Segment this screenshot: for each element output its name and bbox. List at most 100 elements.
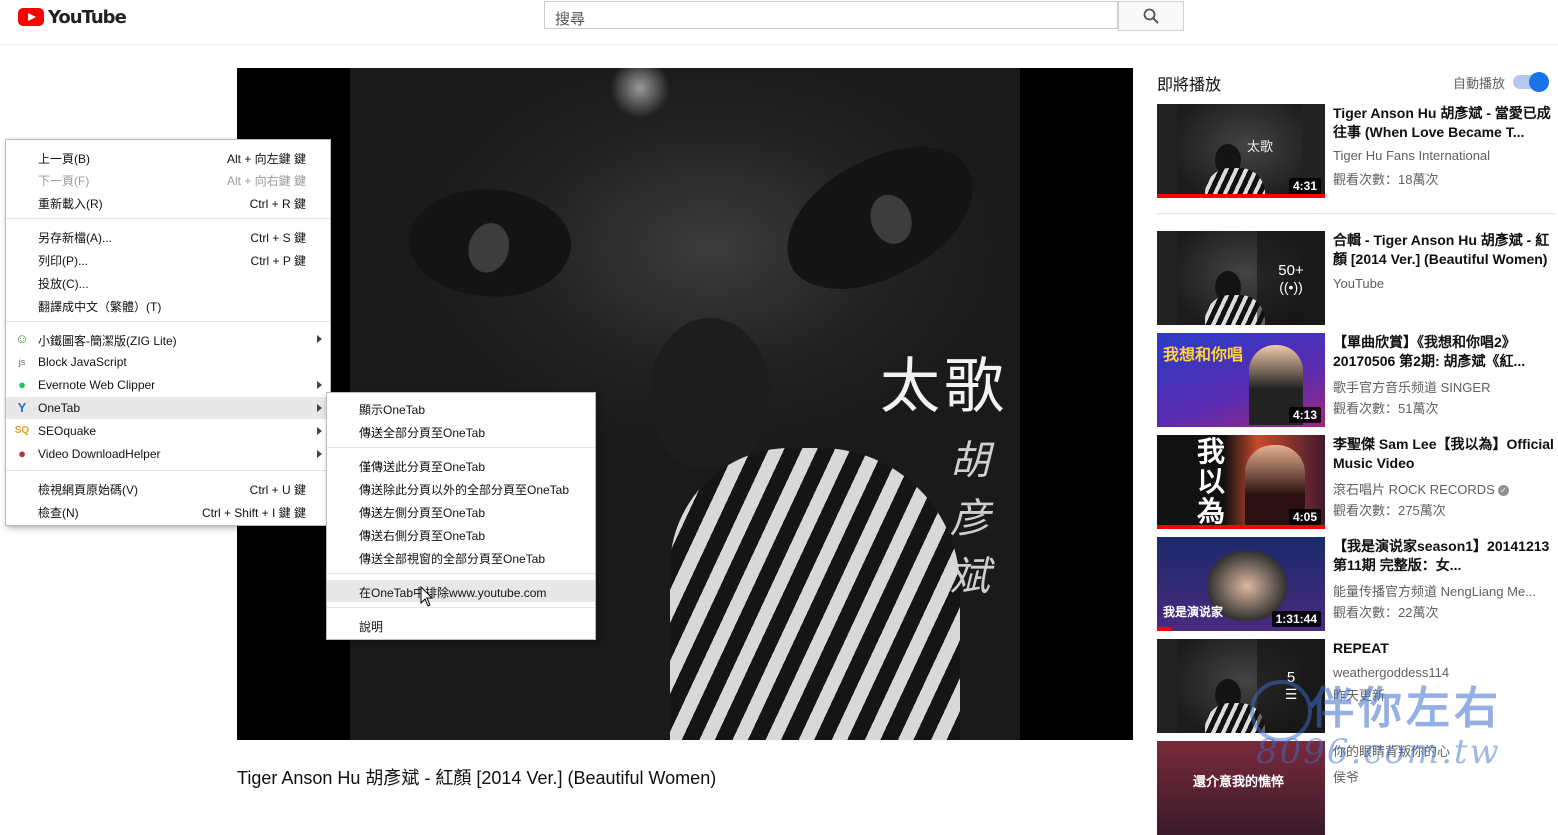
submenu-arrow-icon [317, 381, 322, 389]
submenu-arrow-icon [317, 335, 322, 343]
channel-name[interactable]: 侯爷 [1333, 767, 1359, 786]
thumbnail-text: 我是演说家 [1163, 605, 1224, 619]
menu-item-label: OneTab [38, 401, 81, 415]
video-card[interactable]: 還介意我的憔悴 你的眼睛背叛你的心 侯爷 [1157, 741, 1557, 835]
playlist-icon: ☰ [1284, 686, 1298, 702]
eye-graphic-left [398, 169, 582, 317]
video-card[interactable]: 50+ ((•)) 合輯 - Tiger Anson Hu 胡彥斌 - 紅顏 [… [1157, 231, 1557, 325]
view-count: 觀看次數：22萬次 [1333, 605, 1439, 620]
submenu-item-send-all-windows[interactable]: 傳送全部視窗的全部分頁至OneTab [327, 546, 595, 568]
search-button[interactable] [1118, 1, 1184, 31]
youtube-play-icon [18, 8, 44, 26]
menu-item-block-javascript[interactable]: js Block JavaScript [6, 351, 330, 373]
video-thumbnail[interactable]: 我是演说家 1:31:44 [1157, 537, 1325, 631]
submenu-item-send-right-tabs[interactable]: 傳送右側分頁至OneTab [327, 523, 595, 545]
menu-item-evernote[interactable]: ● Evernote Web Clipper [6, 374, 330, 396]
video-thumbnail[interactable]: 我以為 4:05 [1157, 435, 1325, 529]
stage-light [610, 68, 670, 118]
menu-item-label: 列印(P)... [38, 254, 88, 268]
submenu-item-send-left-tabs[interactable]: 傳送左側分頁至OneTab [327, 500, 595, 522]
duration-badge: 4:31 [1288, 178, 1321, 194]
frog-icon: ☺ [15, 331, 29, 346]
watch-progress-bar [1157, 627, 1171, 631]
video-thumbnail[interactable]: 還介意我的憔悴 [1157, 741, 1325, 835]
submenu-arrow-icon [317, 450, 322, 458]
search-icon [1143, 8, 1159, 24]
submenu-item-show-onetab[interactable]: 顯示OneTab [327, 397, 595, 419]
submenu-item-label: 傳送全部視窗的全部分頁至OneTab [359, 552, 546, 566]
view-count: 觀看次數：18萬次 [1333, 172, 1439, 187]
channel-name[interactable]: 能量传播官方频道 NengLiang Me... [1333, 581, 1536, 600]
video-card-title[interactable]: 【我是演说家season1】20141213 第11期 完整版：女... [1333, 537, 1555, 575]
autoplay-label: 自動播放 [1453, 76, 1506, 91]
menu-item-video-downloadhelper[interactable]: ● Video DownloadHelper [6, 443, 330, 465]
channel-name[interactable]: 歌手官方音乐频道 SINGER [1333, 377, 1490, 396]
video-card[interactable]: 我想和你唱 4:13 【單曲欣賞】《我想和你唱2》20170506 第2期: 胡… [1157, 333, 1557, 427]
menu-item-translate[interactable]: 翻譯成中文（繁體）(T) [6, 294, 330, 316]
thumbnail-text: 還介意我的憔悴 [1193, 774, 1285, 789]
video-card-title[interactable]: Tiger Anson Hu 胡彥斌 - 當愛已成往事 (When Love B… [1333, 104, 1555, 142]
menu-item-label: Evernote Web Clipper [38, 378, 156, 392]
menu-separator [327, 573, 595, 574]
menu-item-label: 上一頁(B) [38, 152, 90, 166]
submenu-item-help[interactable]: 說明 [327, 614, 595, 636]
album-art-signature: 胡彦斌 [950, 438, 996, 600]
playlist-overlay: 50+ ((•)) [1257, 231, 1325, 325]
video-card-title[interactable]: 【單曲欣賞】《我想和你唱2》20170506 第2期: 胡彥斌《紅... [1333, 333, 1555, 371]
autoplay-toggle[interactable] [1513, 72, 1549, 92]
menu-item-shortcut: Ctrl + S 鍵 [250, 231, 306, 245]
menu-item-forward[interactable]: 下一頁(F) Alt + 向右鍵 鍵 [6, 168, 330, 190]
youtube-logo[interactable]: YouTube [18, 6, 127, 28]
eye-graphic-right [765, 127, 995, 309]
menu-item-label: 另存新檔(A)... [38, 231, 112, 245]
menu-item-cast[interactable]: 投放(C)... [6, 271, 330, 293]
up-next-label: 即將播放 [1157, 77, 1222, 94]
menu-item-view-source[interactable]: 檢視網頁原始碼(V) Ctrl + U 鍵 [6, 477, 330, 499]
menu-item-back[interactable]: 上一頁(B) Alt + 向左鍵 鍵 [6, 146, 330, 168]
menu-item-seoquake[interactable]: SQ SEOquake [6, 420, 330, 442]
menu-item-reload[interactable]: 重新載入(R) Ctrl + R 鍵 [6, 191, 330, 213]
video-thumbnail[interactable]: 太歌 4:31 [1157, 104, 1325, 198]
submenu-item-send-other-tabs[interactable]: 傳送除此分頁以外的全部分頁至OneTab [327, 477, 595, 499]
onetab-icon: Y [17, 400, 27, 415]
channel-name[interactable]: weathergoddess114 [1333, 665, 1449, 680]
playlist-count: 5 [1286, 669, 1296, 686]
menu-item-onetab[interactable]: Y OneTab [6, 397, 330, 419]
channel-name[interactable]: YouTube [1333, 276, 1384, 291]
video-card-title[interactable]: 你的眼睛背叛你的心 [1333, 741, 1450, 760]
search-input[interactable]: 搜尋 [544, 1, 1118, 29]
context-menu: 上一頁(B) Alt + 向左鍵 鍵 下一頁(F) Alt + 向右鍵 鍵 重新… [5, 139, 331, 526]
menu-item-shortcut: Ctrl + R 鍵 [249, 197, 306, 211]
submenu-arrow-icon [317, 404, 322, 412]
menu-item-shortcut: Ctrl + Shift + I 鍵 鍵 [201, 506, 306, 520]
video-card[interactable]: 太歌 4:31 Tiger Anson Hu 胡彥斌 - 當愛已成往事 (Whe… [1157, 104, 1557, 198]
video-card[interactable]: 5 ☰ REPEAT weathergoddess114 昨天更新 [1157, 639, 1557, 733]
mix-radio-icon: ((•)) [1279, 278, 1303, 295]
watch-progress-bar [1157, 194, 1325, 198]
verified-icon: ✓ [1497, 485, 1509, 496]
menu-separator [6, 321, 330, 322]
channel-name[interactable]: Tiger Hu Fans International [1333, 148, 1490, 163]
submenu-item-label: 在OneTab中排除www.youtube.com [359, 586, 547, 600]
video-card[interactable]: 我是演说家 1:31:44 【我是演说家season1】20141213 第11… [1157, 537, 1557, 631]
video-thumbnail[interactable]: 50+ ((•)) [1157, 231, 1325, 325]
video-card-title[interactable]: REPEAT [1333, 639, 1555, 658]
submenu-item-label: 傳送左側分頁至OneTab [359, 506, 486, 520]
video-card[interactable]: 我以為 4:05 李聖傑 Sam Lee【我以為】Official Music … [1157, 435, 1557, 529]
video-card-title[interactable]: 李聖傑 Sam Lee【我以為】Official Music Video [1333, 435, 1555, 473]
submenu-item-send-this-tab[interactable]: 僅傳送此分頁至OneTab [327, 454, 595, 476]
menu-item-save-as[interactable]: 另存新檔(A)... Ctrl + S 鍵 [6, 225, 330, 247]
menu-item-inspect[interactable]: 檢查(N) Ctrl + Shift + I 鍵 鍵 [6, 500, 330, 522]
submenu-item-label: 僅傳送此分頁至OneTab [359, 460, 486, 474]
video-thumbnail[interactable]: 5 ☰ [1157, 639, 1325, 733]
menu-item-label: 重新載入(R) [38, 197, 103, 211]
video-thumbnail[interactable]: 我想和你唱 4:13 [1157, 333, 1325, 427]
submenu-item-send-all-tabs[interactable]: 傳送全部分頁至OneTab [327, 420, 595, 442]
submenu-item-exclude-site[interactable]: 在OneTab中排除www.youtube.com [327, 580, 595, 602]
video-card-title[interactable]: 合輯 - Tiger Anson Hu 胡彥斌 - 紅顏 [2014 Ver.]… [1333, 231, 1555, 269]
menu-item-label: 檢查(N) [38, 506, 79, 520]
menu-item-print[interactable]: 列印(P)... Ctrl + P 鍵 [6, 248, 330, 270]
menu-item-zig-lite[interactable]: ☺ 小鐵圖客-簡潔版(ZIG Lite) [6, 328, 330, 350]
playlist-overlay: 5 ☰ [1257, 639, 1325, 733]
channel-name[interactable]: 滾石唱片 ROCK RECORDS ✓ [1333, 479, 1509, 498]
